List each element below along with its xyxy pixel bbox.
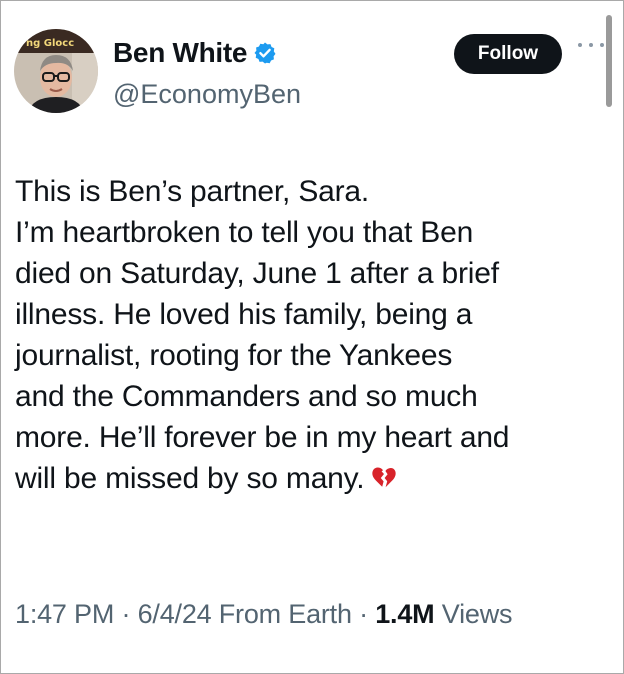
tweet-text-line: This is Ben’s partner, Sara. [15, 175, 370, 208]
meta-separator: · [121, 599, 131, 629]
author-name-row: Ben White [113, 37, 277, 69]
more-dot [600, 43, 604, 47]
avatar-sign-text: ng Glocc [26, 38, 74, 49]
more-horizontal-icon[interactable] [578, 34, 604, 56]
avatar-photo: ng Glocc [14, 29, 98, 113]
tweet-text-line: and the Commanders and so much [15, 380, 478, 413]
tweet-text-line: journalist, rooting for the Yankees [15, 339, 453, 372]
views-count: 1.4M [375, 599, 435, 629]
tweet-text-line: more. He’ll forever be in my heart and [15, 421, 510, 454]
verified-badge-icon [254, 42, 276, 64]
tweet-text-last-line: will be missed by so many. [15, 458, 611, 499]
views-label: Views [441, 599, 513, 629]
meta-separator: · [359, 599, 368, 629]
tweet-source: From Earth [218, 599, 352, 629]
broken-heart-icon [372, 467, 397, 488]
tweet-text-line: will be missed by so many. [15, 462, 365, 495]
tweet-meta: 1:47 PM · 6/4/24 From Earth · 1.4M Views [15, 599, 513, 630]
tweet-time[interactable]: 1:47 PM [15, 599, 114, 629]
follow-button[interactable]: Follow [454, 34, 562, 74]
author-display-name[interactable]: Ben White [113, 37, 247, 69]
tweet-text: This is Ben’s partner, Sara. I’m heartbr… [15, 171, 611, 499]
tweet-date[interactable]: 6/4/24 [138, 599, 212, 629]
tweet-text-line: I’m heartbroken to tell you that Ben [15, 216, 474, 249]
tweet-text-line: illness. He loved his family, being a [15, 298, 473, 331]
more-dot [578, 43, 582, 47]
tweet-text-line: died on Saturday, June 1 after a brief [15, 257, 499, 290]
tweet-card: ng Glocc Ben White @EconomyBen Follow Th… [0, 0, 624, 674]
more-dot [589, 43, 593, 47]
avatar[interactable]: ng Glocc [14, 29, 98, 113]
author-handle[interactable]: @EconomyBen [113, 79, 301, 110]
scrollbar-thumb[interactable] [606, 15, 612, 107]
